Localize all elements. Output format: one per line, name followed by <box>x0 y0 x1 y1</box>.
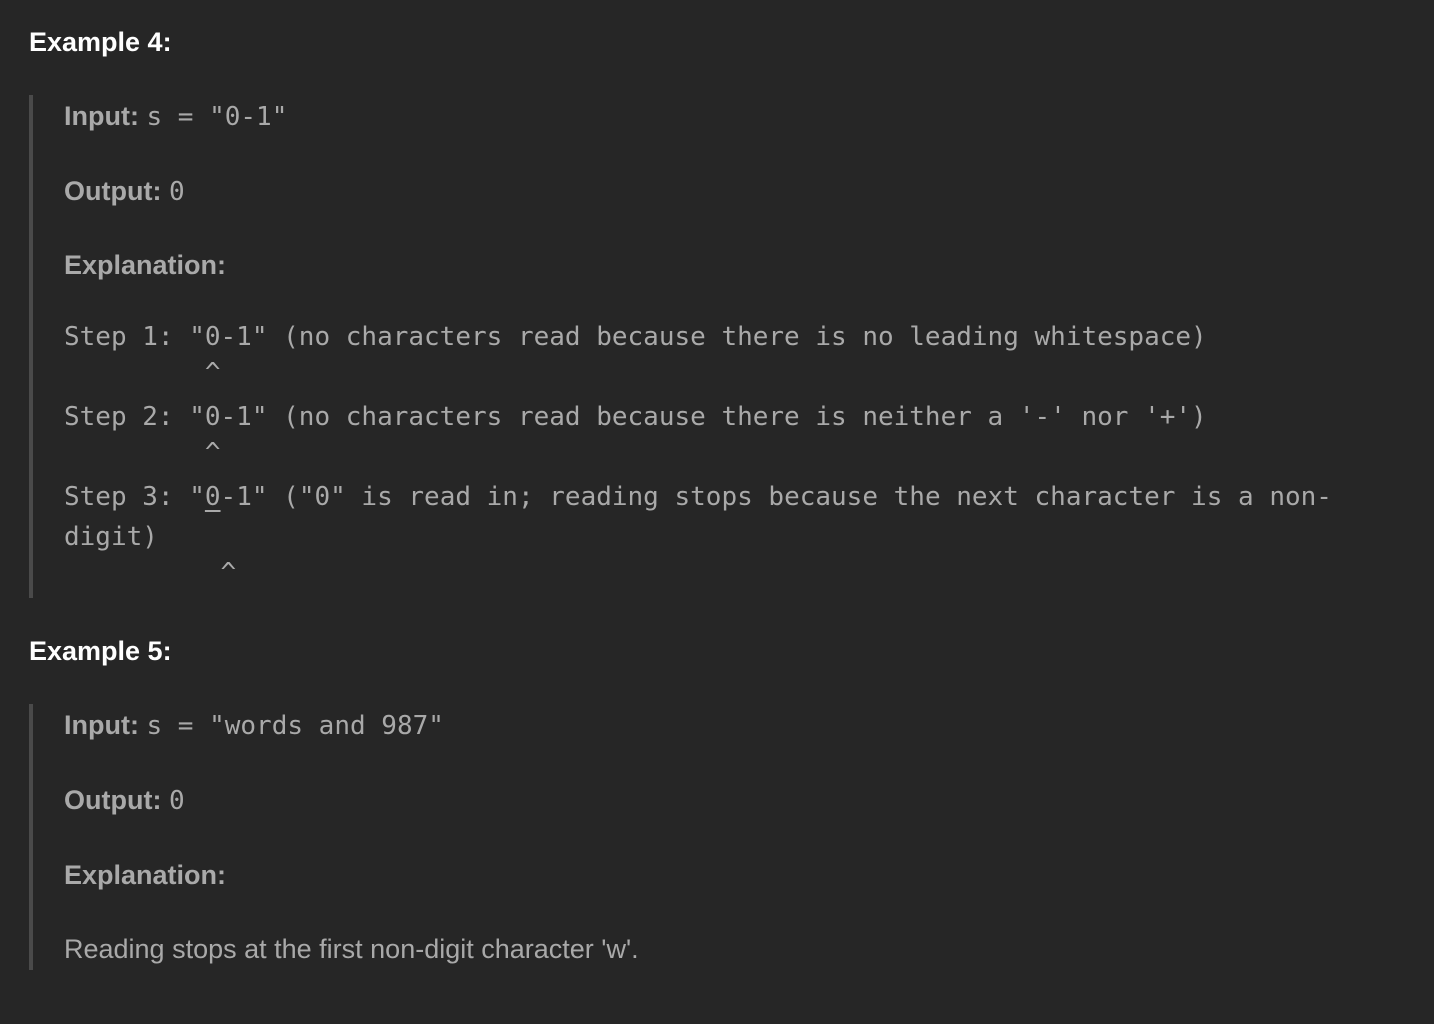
example-5-heading: Example 5: <box>29 636 172 666</box>
input-value: s = "words and 987" <box>146 711 444 741</box>
example-4-explanation-label: Explanation: <box>64 249 226 281</box>
input-label: Input: <box>64 710 139 740</box>
step-3-caret: ^ <box>64 558 237 588</box>
example-5-explanation-label: Explanation: <box>64 859 226 891</box>
output-label: Output: <box>64 176 162 206</box>
step-3-wrap: digit) <box>64 522 158 552</box>
explanation-text: Reading stops at the first non-digit cha… <box>64 934 639 964</box>
example-4-block: Input: s = "0-1" Output: 0 Explanation: … <box>29 95 1434 598</box>
example-4-heading: Example 4: <box>29 27 172 57</box>
explanation-label: Explanation: <box>64 860 227 890</box>
step-3-prefix: Step 3: " <box>64 482 205 512</box>
explanation-label: Explanation: <box>64 250 227 280</box>
example-4-input-row: Input: s = "0-1" <box>64 100 287 133</box>
step-3-suffix: -1" ("0" is read in; reading stops becau… <box>220 482 1332 512</box>
input-label: Input: <box>64 101 139 131</box>
step-1-caret: ^ <box>64 358 221 388</box>
example-5-block: Input: s = "words and 987" Output: 0 Exp… <box>29 704 1434 970</box>
output-value: 0 <box>168 786 185 816</box>
step-3-underlined-char: 0 <box>204 482 221 512</box>
output-label: Output: <box>64 785 162 815</box>
step-1-line: Step 1: "0-1" (no characters read becaus… <box>64 322 1207 352</box>
output-value: 0 <box>168 177 185 207</box>
input-value: s = "0-1" <box>146 102 288 132</box>
example-5-output-row: Output: 0 <box>64 784 185 817</box>
step-2-line: Step 2: "0-1" (no characters read becaus… <box>64 402 1207 432</box>
example-5-input-row: Input: s = "words and 987" <box>64 709 444 742</box>
step-2-caret: ^ <box>64 438 221 468</box>
step-3-line: Step 3: "0-1" ("0" is read in; reading s… <box>64 477 1332 517</box>
example-4-output-row: Output: 0 <box>64 175 185 208</box>
